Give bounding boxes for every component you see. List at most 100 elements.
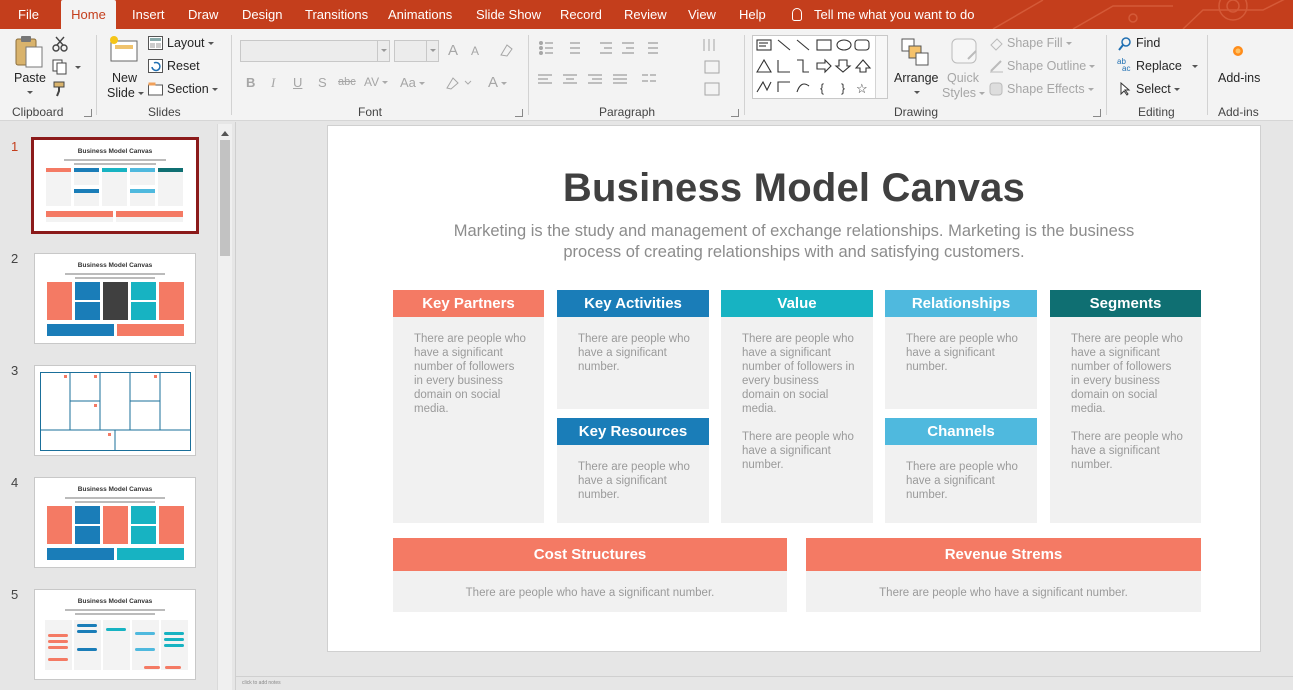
select-button[interactable]: Select: [1136, 82, 1180, 96]
slide-thumbnail-1[interactable]: Business Model Canvas: [31, 137, 199, 234]
copy-icon[interactable]: [52, 59, 68, 75]
paste-dropdown-icon[interactable]: [27, 91, 33, 97]
font-color-button[interactable]: A: [488, 74, 508, 91]
shape-fill-dropdown-icon: [1065, 42, 1072, 48]
tab-review[interactable]: Review: [624, 0, 667, 29]
shrink-font-button[interactable]: A: [471, 44, 479, 58]
highlight-icon[interactable]: [445, 74, 473, 90]
arrange-button[interactable]: Arrange: [894, 71, 938, 85]
card-segments[interactable]: Segments There are people who have a sig…: [1050, 290, 1201, 523]
tab-transitions[interactable]: Transitions: [305, 0, 368, 29]
tab-help[interactable]: Help: [739, 0, 766, 29]
italic-button[interactable]: I: [271, 75, 275, 91]
shape-effects-label: Shape Effects: [1007, 82, 1085, 96]
underline-button[interactable]: U: [293, 75, 302, 90]
slide-canvas[interactable]: Business Model Canvas Marketing is the s…: [327, 125, 1261, 652]
drawing-launcher-icon[interactable]: [1093, 109, 1101, 117]
card-cost-structures[interactable]: Cost Structures There are people who hav…: [393, 538, 787, 612]
font-family-combo[interactable]: [240, 40, 390, 62]
clipboard-launcher-icon[interactable]: [84, 109, 92, 117]
quick-styles-dropdown-icon: [979, 92, 986, 98]
copy-dropdown-icon[interactable]: [75, 66, 81, 72]
font-color-dropdown-icon: [501, 82, 508, 88]
format-painter-icon[interactable]: [52, 81, 68, 97]
quick-styles-button[interactable]: Styles: [942, 86, 986, 100]
thumbnails-scrollbar[interactable]: [217, 124, 232, 690]
arrange-dropdown-icon[interactable]: [914, 91, 920, 97]
scroll-up-icon[interactable]: [221, 127, 229, 136]
paste-icon[interactable]: [14, 35, 44, 69]
card-body: There are people who have a significant …: [414, 332, 526, 416]
tab-view[interactable]: View: [688, 0, 716, 29]
clear-formatting-icon[interactable]: [498, 42, 514, 58]
grow-font-button[interactable]: A: [448, 42, 458, 59]
tab-design[interactable]: Design: [242, 0, 282, 29]
tab-file[interactable]: File: [18, 0, 39, 29]
slide-thumbnail-5[interactable]: Business Model Canvas: [34, 589, 196, 680]
card-key-resources[interactable]: Key Resources There are people who have …: [557, 418, 709, 523]
shadow-button[interactable]: S: [318, 75, 327, 90]
replace-button[interactable]: Replace: [1136, 59, 1198, 73]
find-button[interactable]: Find: [1136, 36, 1160, 50]
tab-slide-show[interactable]: Slide Show: [476, 0, 541, 29]
character-spacing-button[interactable]: AV: [364, 75, 389, 89]
slide-thumbnail-3[interactable]: [34, 365, 196, 456]
shapes-gallery[interactable]: { } ☆: [752, 35, 888, 99]
notes-bar[interactable]: click to add notes: [236, 676, 1293, 690]
thumbnail-canvas-preview: [47, 506, 184, 560]
slide-thumbnail-2[interactable]: Business Model Canvas: [34, 253, 196, 344]
bold-button[interactable]: B: [246, 75, 255, 90]
slide-thumbnail-4[interactable]: Business Model Canvas: [34, 477, 196, 568]
shape-outline-button[interactable]: Shape Outline: [1007, 59, 1096, 73]
change-case-button[interactable]: Aa: [400, 75, 425, 90]
thumbnail-canvas-preview: [47, 282, 184, 336]
card-revenue-streams[interactable]: Revenue Strems There are people who have…: [806, 538, 1201, 612]
card-value[interactable]: Value There are people who have a signif…: [721, 290, 873, 523]
tab-draw[interactable]: Draw: [188, 0, 218, 29]
scrollbar-thumb[interactable]: [220, 140, 230, 256]
card-channels[interactable]: Channels There are people who have a sig…: [885, 418, 1037, 523]
card-body: There are people who have a significant …: [906, 460, 1019, 502]
shape-effects-dropdown-icon: [1087, 88, 1094, 94]
addins-button[interactable]: Add-ins: [1218, 71, 1260, 85]
shapes-gallery-scroll[interactable]: [875, 36, 887, 98]
card-relationships[interactable]: Relationships There are people who have …: [885, 290, 1037, 409]
layout-button[interactable]: Layout: [167, 36, 214, 50]
card-body: There are people who have a significant …: [403, 586, 777, 600]
character-spacing-label: AV: [364, 75, 380, 89]
change-case-label: Aa: [400, 75, 416, 90]
select-dropdown-icon: [1173, 88, 1180, 94]
tab-home[interactable]: Home: [61, 0, 116, 29]
shape-effects-button[interactable]: Shape Effects: [1007, 82, 1094, 96]
strikethrough-button[interactable]: abc: [338, 76, 356, 88]
tab-record[interactable]: Record: [560, 0, 602, 29]
new-slide-button[interactable]: Slide: [107, 86, 144, 100]
font-size-dropdown-icon[interactable]: [426, 41, 438, 61]
new-slide-icon[interactable]: [108, 35, 140, 65]
section-button[interactable]: Section: [167, 82, 218, 96]
thumbnail-number: 4: [11, 475, 19, 490]
shape-fill-button[interactable]: Shape Fill: [1007, 36, 1072, 50]
editing-group-label: Editing: [1138, 105, 1175, 119]
text-direction-icon[interactable]: [700, 35, 730, 99]
tab-insert[interactable]: Insert: [132, 0, 165, 29]
cut-icon[interactable]: [52, 36, 68, 52]
slide-subtitle[interactable]: Marketing is the study and management of…: [438, 221, 1150, 263]
ribbon-background-pattern: [992, 0, 1285, 29]
tab-animations[interactable]: Animations: [388, 0, 452, 29]
paragraph-launcher-icon[interactable]: [731, 109, 739, 117]
paragraph-group-label: Paragraph: [599, 105, 656, 119]
new-slide-label-1[interactable]: New: [112, 71, 137, 85]
reset-button[interactable]: Reset: [167, 59, 200, 73]
shape-effects-icon: [989, 82, 1003, 96]
card-text: There are people who have a significant …: [906, 333, 1018, 373]
slide-title[interactable]: Business Model Canvas: [328, 166, 1260, 211]
font-family-dropdown-icon[interactable]: [377, 41, 389, 61]
tell-me-search[interactable]: Tell me what you want to do: [792, 0, 974, 29]
font-size-combo[interactable]: [394, 40, 439, 62]
thumbnail-number: 5: [11, 587, 19, 602]
card-key-activities[interactable]: Key Activities There are people who have…: [557, 290, 709, 409]
paste-button[interactable]: Paste: [14, 71, 46, 85]
card-key-partners[interactable]: Key Partners There are people who have a…: [393, 290, 544, 523]
font-launcher-icon[interactable]: [515, 109, 523, 117]
